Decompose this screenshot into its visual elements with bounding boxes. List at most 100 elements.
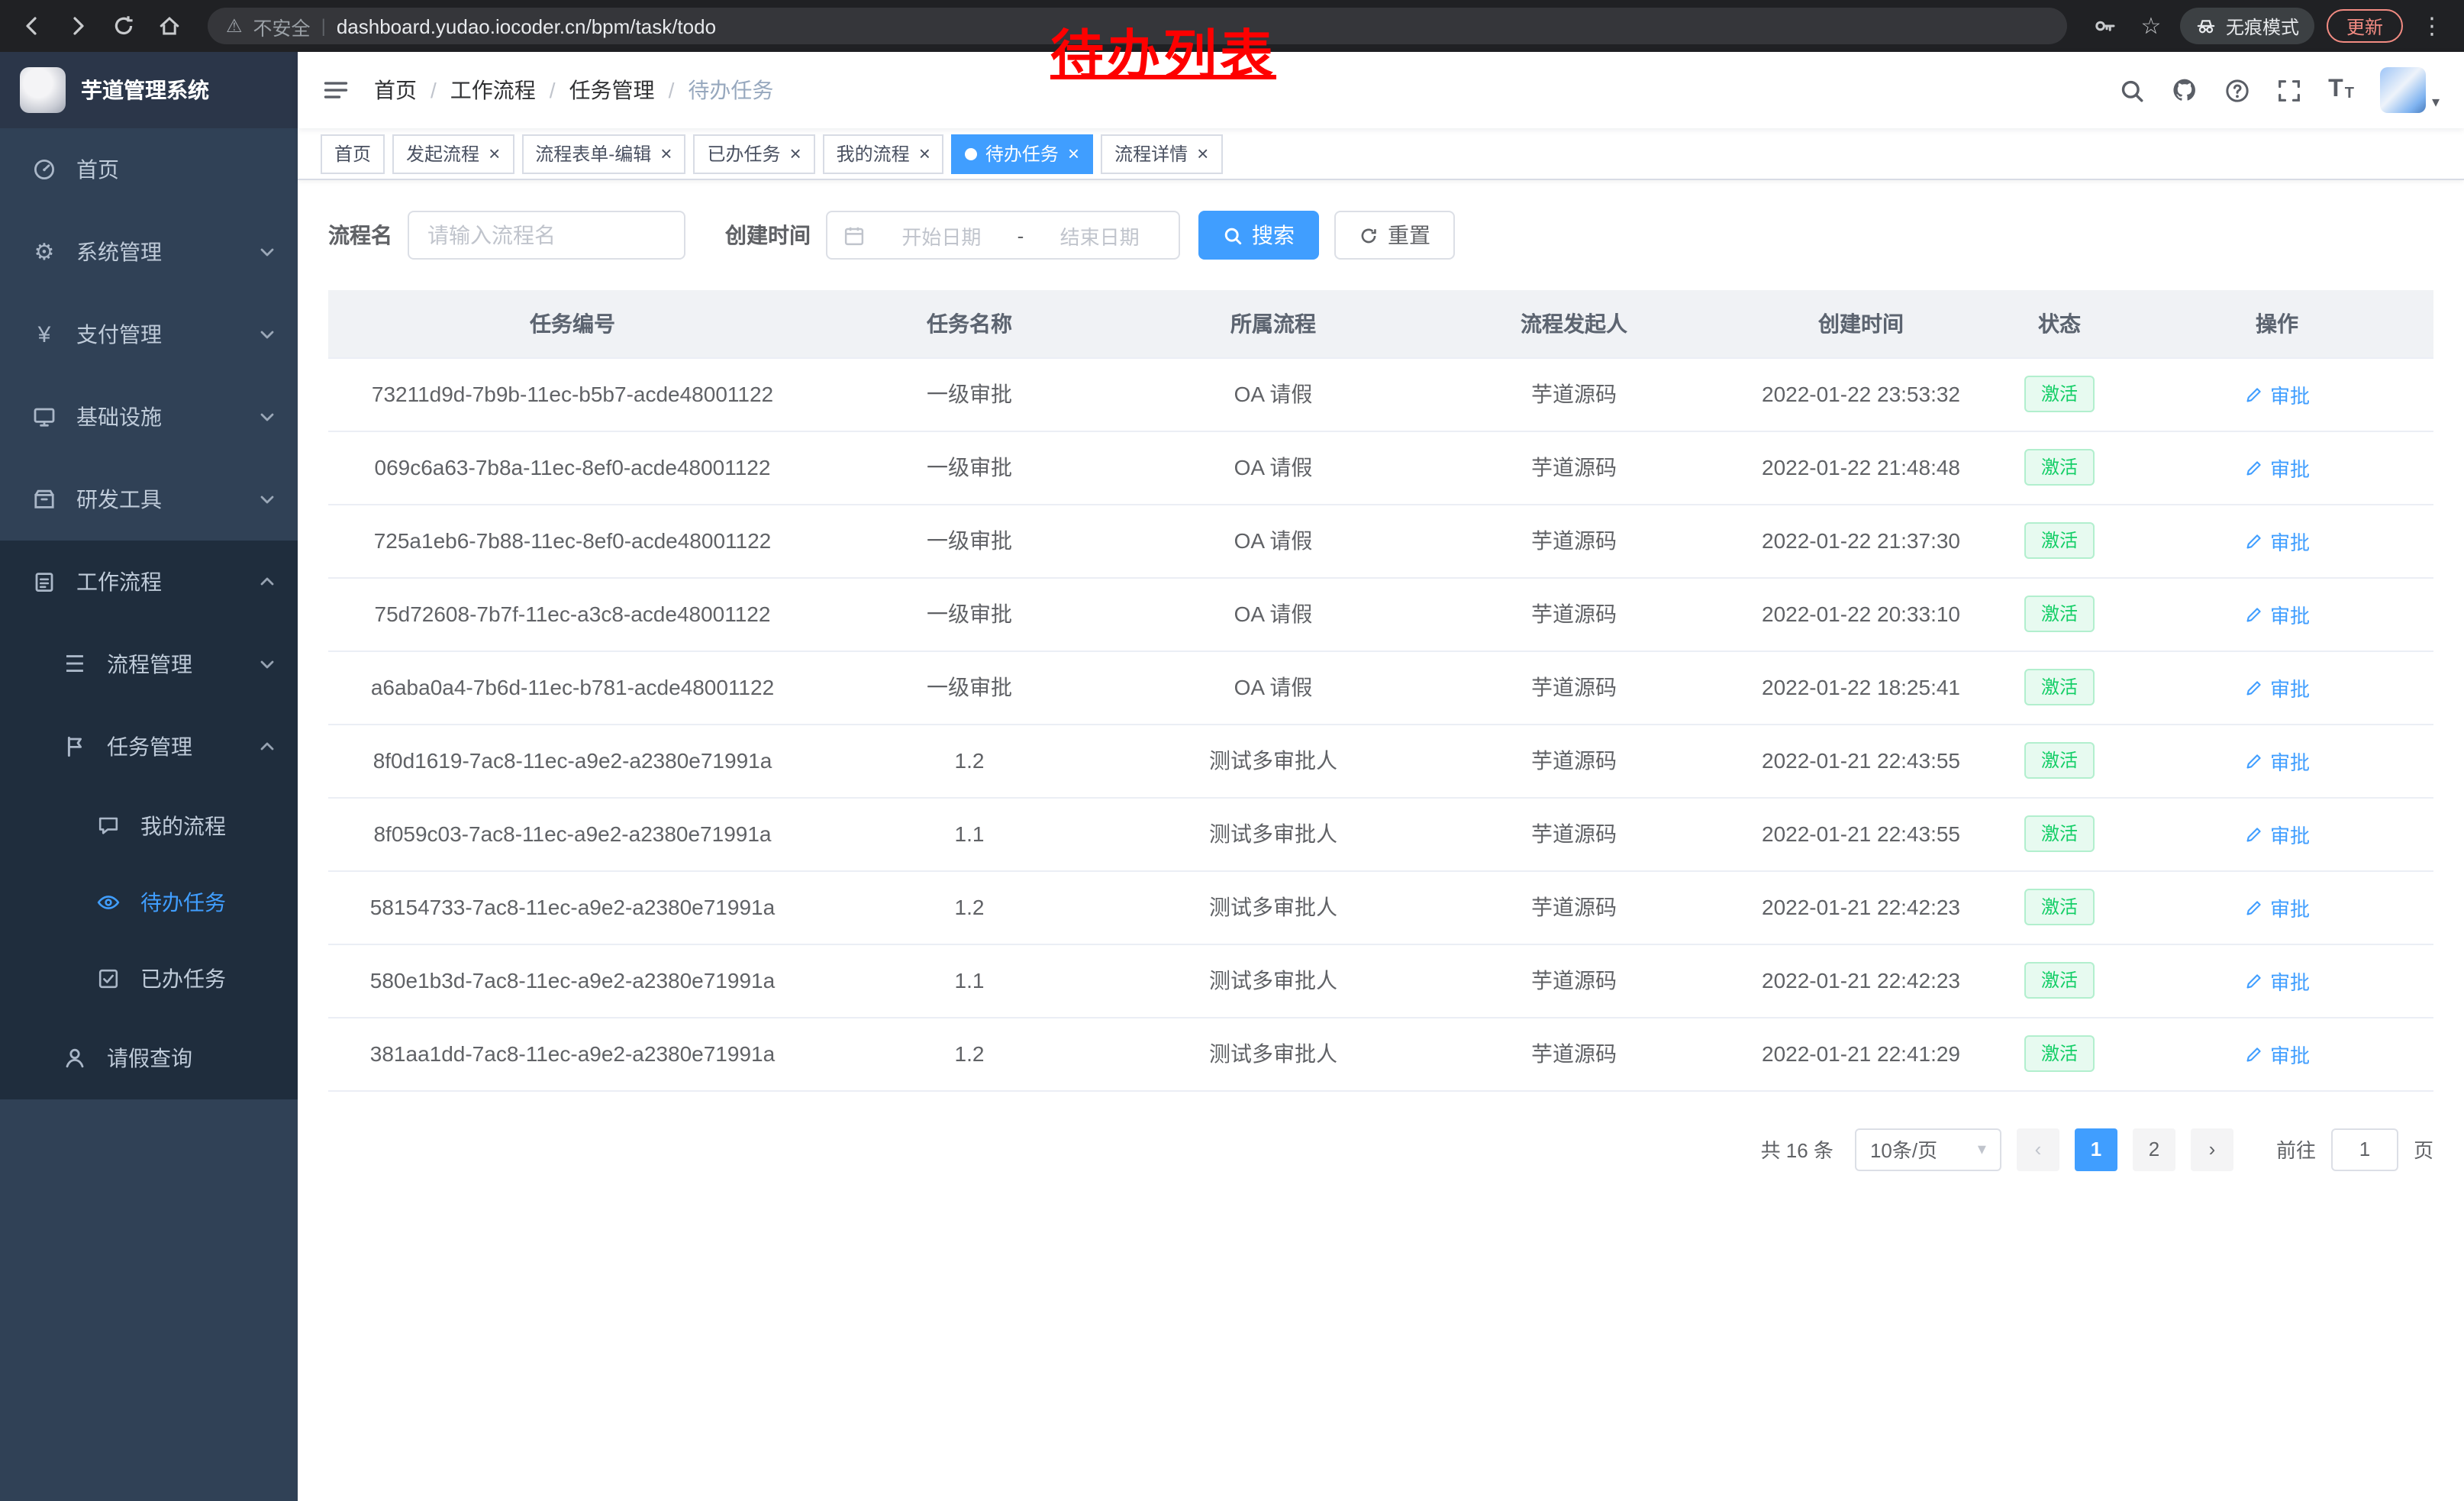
sidebar-item-home[interactable]: 首页 <box>0 128 298 211</box>
page-size-value: 10条/页 <box>1870 1135 1937 1164</box>
prev-page-button[interactable]: ‹ <box>2017 1128 2059 1170</box>
close-icon[interactable]: × <box>919 144 930 163</box>
tag-label: 待办任务 <box>985 140 1059 166</box>
approve-button[interactable]: 审批 <box>2244 1039 2310 1068</box>
approve-button[interactable]: 审批 <box>2244 966 2310 995</box>
avatar <box>2380 67 2426 113</box>
not-secure-warning-icon: ⚠ <box>226 15 243 37</box>
search-icon <box>1223 225 1243 245</box>
close-icon[interactable]: × <box>789 144 801 163</box>
header-search-button[interactable] <box>2119 77 2145 103</box>
sidebar-item-infrastructure[interactable]: 基础设施 <box>0 376 298 458</box>
sidebar-item-label: 我的流程 <box>140 811 226 841</box>
reset-button[interactable]: 重置 <box>1334 211 1455 260</box>
app-title: 芋道管理系统 <box>81 75 209 105</box>
close-icon[interactable]: × <box>1068 144 1079 163</box>
tag-process-detail[interactable]: 流程详情 × <box>1101 134 1222 173</box>
sidebar-item-leave-query[interactable]: 请假查询 <box>0 1017 298 1099</box>
font-size-icon-large: T <box>2328 78 2343 102</box>
sidebar-item-system[interactable]: ⚙ 系统管理 <box>0 211 298 293</box>
approve-button[interactable]: 审批 <box>2244 526 2310 555</box>
approve-button[interactable]: 审批 <box>2244 746 2310 775</box>
status-badge: 激活 <box>2024 376 2095 412</box>
page-button-2[interactable]: 2 <box>2133 1128 2175 1170</box>
close-icon[interactable]: × <box>489 144 500 163</box>
task-name-cell: 一级审批 <box>817 431 1122 504</box>
address-bar[interactable]: ⚠ 不安全 | dashboard.yudao.iocoder.cn/bpm/t… <box>208 8 2067 44</box>
browser-reload-button[interactable] <box>107 9 140 43</box>
sidebar-item-todo-task[interactable]: 待办任务 <box>0 864 298 941</box>
goto-page-input[interactable] <box>2331 1128 2398 1170</box>
next-page-button[interactable]: › <box>2191 1128 2233 1170</box>
caret-down-icon: ▾ <box>2432 95 2440 111</box>
top-navbar: 首页 / 工作流程 / 任务管理 / 待办任务 <box>298 52 2464 128</box>
question-icon <box>2224 77 2250 103</box>
task-name-cell: 1.1 <box>817 797 1122 870</box>
tag-my-process[interactable]: 我的流程 × <box>823 134 944 173</box>
font-size-button[interactable]: TT <box>2328 78 2354 102</box>
font-size-icon-small: T <box>2345 87 2354 102</box>
approve-button[interactable]: 审批 <box>2244 893 2310 922</box>
monitor-icon <box>31 405 58 429</box>
caret-down-icon: ▾ <box>1978 1139 1986 1159</box>
user-avatar-menu[interactable]: ▾ <box>2380 67 2440 113</box>
end-date-placeholder: 结束日期 <box>1036 221 1163 250</box>
pagination: 共 16 条 10条/页 ▾ ‹ 1 2 › 前往 页 <box>328 1128 2433 1170</box>
page-button-1[interactable]: 1 <box>2075 1128 2117 1170</box>
page-unit-label: 页 <box>2414 1135 2433 1164</box>
search-button-label: 搜索 <box>1252 220 1295 250</box>
status-badge: 激活 <box>2024 522 2095 559</box>
approve-button[interactable]: 审批 <box>2244 819 2310 848</box>
approve-button[interactable]: 审批 <box>2244 379 2310 408</box>
browser-back-button[interactable] <box>15 9 49 43</box>
date-range-picker[interactable]: 开始日期 - 结束日期 <box>826 211 1180 260</box>
edit-pencil-icon <box>2244 457 2264 477</box>
close-icon[interactable]: × <box>1197 144 1208 163</box>
browser-update-button[interactable]: 更新 <box>2327 9 2403 43</box>
help-button[interactable] <box>2224 77 2250 103</box>
sidebar-item-workflow[interactable]: 工作流程 <box>0 541 298 623</box>
breadcrumb-workflow[interactable]: 工作流程 <box>450 75 536 105</box>
tag-label: 已办任务 <box>707 140 780 166</box>
approve-button[interactable]: 审批 <box>2244 599 2310 628</box>
fullscreen-button[interactable] <box>2276 77 2302 103</box>
forward-arrow-icon <box>66 14 90 38</box>
tag-todo-task-active[interactable]: 待办任务 × <box>952 134 1093 173</box>
sidebar-item-process-management[interactable]: ☰ 流程管理 <box>0 623 298 705</box>
tag-done-task[interactable]: 已办任务 × <box>693 134 814 173</box>
search-button[interactable]: 搜索 <box>1198 211 1319 260</box>
sidebar-item-payment[interactable]: ¥ 支付管理 <box>0 293 298 376</box>
page-size-select[interactable]: 10条/页 ▾ <box>1855 1128 2001 1170</box>
breadcrumb-home[interactable]: 首页 <box>374 75 417 105</box>
sidebar-item-devtools[interactable]: 研发工具 <box>0 458 298 541</box>
task-id-cell: a6aba0a4-7b6d-11ec-b781-acde48001122 <box>328 650 817 724</box>
task-id-cell: 8f059c03-7ac8-11ec-a9e2-a2380e71991a <box>328 797 817 870</box>
tag-home[interactable]: 首页 <box>321 134 385 173</box>
sidebar-item-my-process[interactable]: 我的流程 <box>0 788 298 864</box>
sidebar-item-task-management[interactable]: 任务管理 <box>0 705 298 788</box>
process-cell: OA 请假 <box>1122 650 1424 724</box>
col-task-id: 任务编号 <box>328 290 817 357</box>
bookmark-star-icon[interactable]: ☆ <box>2134 9 2168 43</box>
tag-start-process[interactable]: 发起流程 × <box>392 134 514 173</box>
browser-home-button[interactable] <box>153 9 186 43</box>
password-key-icon[interactable] <box>2088 9 2122 43</box>
task-name-cell: 1.2 <box>817 870 1122 944</box>
browser-forward-button[interactable] <box>61 9 95 43</box>
table-header-row: 任务编号 任务名称 所属流程 流程发起人 创建时间 状态 操作 <box>328 290 2433 357</box>
github-link-button[interactable] <box>2171 76 2198 104</box>
sidebar-collapse-button[interactable] <box>322 76 350 104</box>
sidebar-item-done-task[interactable]: 已办任务 <box>0 941 298 1017</box>
created-cell: 2022-01-21 22:41:29 <box>1724 1017 1998 1090</box>
app-logo[interactable]: 芋道管理系统 <box>0 52 298 128</box>
created-cell: 2022-01-21 22:42:23 <box>1724 870 1998 944</box>
approve-button[interactable]: 审批 <box>2244 453 2310 482</box>
breadcrumb-task-management[interactable]: 任务管理 <box>569 75 655 105</box>
process-name-input[interactable] <box>408 211 685 260</box>
task-name-cell: 一级审批 <box>817 577 1122 650</box>
browser-menu-dots-icon[interactable]: ⋮ <box>2415 9 2449 43</box>
tag-form-edit[interactable]: 流程表单-编辑 × <box>521 134 685 173</box>
starter-cell: 芋道源码 <box>1424 1017 1724 1090</box>
approve-button[interactable]: 审批 <box>2244 673 2310 702</box>
close-icon[interactable]: × <box>660 144 672 163</box>
